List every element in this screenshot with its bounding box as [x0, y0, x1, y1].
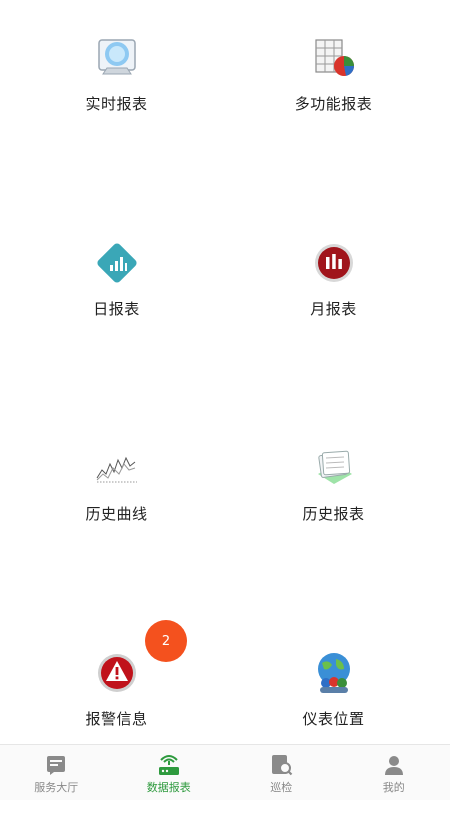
grid-item-label: 月报表 [310, 298, 357, 319]
tab-label: 服务大厅 [34, 779, 78, 795]
inspection-icon [269, 753, 293, 777]
tab-label: 巡检 [270, 779, 292, 795]
realtime-report-icon [93, 34, 141, 82]
grid-item-monthly-report[interactable]: 月报表 [221, 205, 446, 410]
service-hall-icon [44, 753, 68, 777]
grid-item-multi-function-report[interactable]: 多功能报表 [221, 0, 446, 205]
meter-location-icon [310, 649, 358, 697]
grid-item-label: 多功能报表 [295, 93, 373, 114]
grid-item-label: 历史报表 [302, 503, 364, 524]
grid-item-daily-report[interactable]: 日报表 [4, 205, 229, 410]
tab-profile[interactable]: 我的 [338, 745, 450, 800]
alarm-count-badge: 2 [145, 620, 187, 662]
multi-function-report-icon [310, 34, 358, 82]
grid-item-label: 实时报表 [85, 93, 147, 114]
bottom-tab-bar: 服务大厅 数据报表 巡检 [0, 744, 450, 800]
daily-report-icon [93, 239, 141, 287]
history-report-icon [310, 444, 358, 492]
tab-label: 我的 [383, 779, 405, 795]
tab-service-hall[interactable]: 服务大厅 [0, 745, 113, 800]
grid-item-label: 历史曲线 [85, 503, 147, 524]
grid-item-label: 报警信息 [85, 708, 147, 729]
tab-label: 数据报表 [147, 779, 191, 795]
grid-item-realtime-report[interactable]: 实时报表 [4, 0, 229, 205]
history-curve-icon [93, 444, 141, 492]
tab-data-report[interactable]: 数据报表 [113, 745, 226, 800]
data-report-icon [157, 753, 181, 777]
grid-item-label: 仪表位置 [302, 708, 364, 729]
tab-inspection[interactable]: 巡检 [225, 745, 338, 800]
report-grid: 实时报表 多功能报表 [0, 0, 450, 744]
alarm-icon [93, 649, 141, 697]
grid-item-history-report[interactable]: 历史报表 [221, 410, 446, 615]
monthly-report-icon [310, 239, 358, 287]
grid-item-history-curve[interactable]: 历史曲线 [4, 410, 229, 615]
profile-icon [382, 753, 406, 777]
grid-item-label: 日报表 [93, 298, 140, 319]
